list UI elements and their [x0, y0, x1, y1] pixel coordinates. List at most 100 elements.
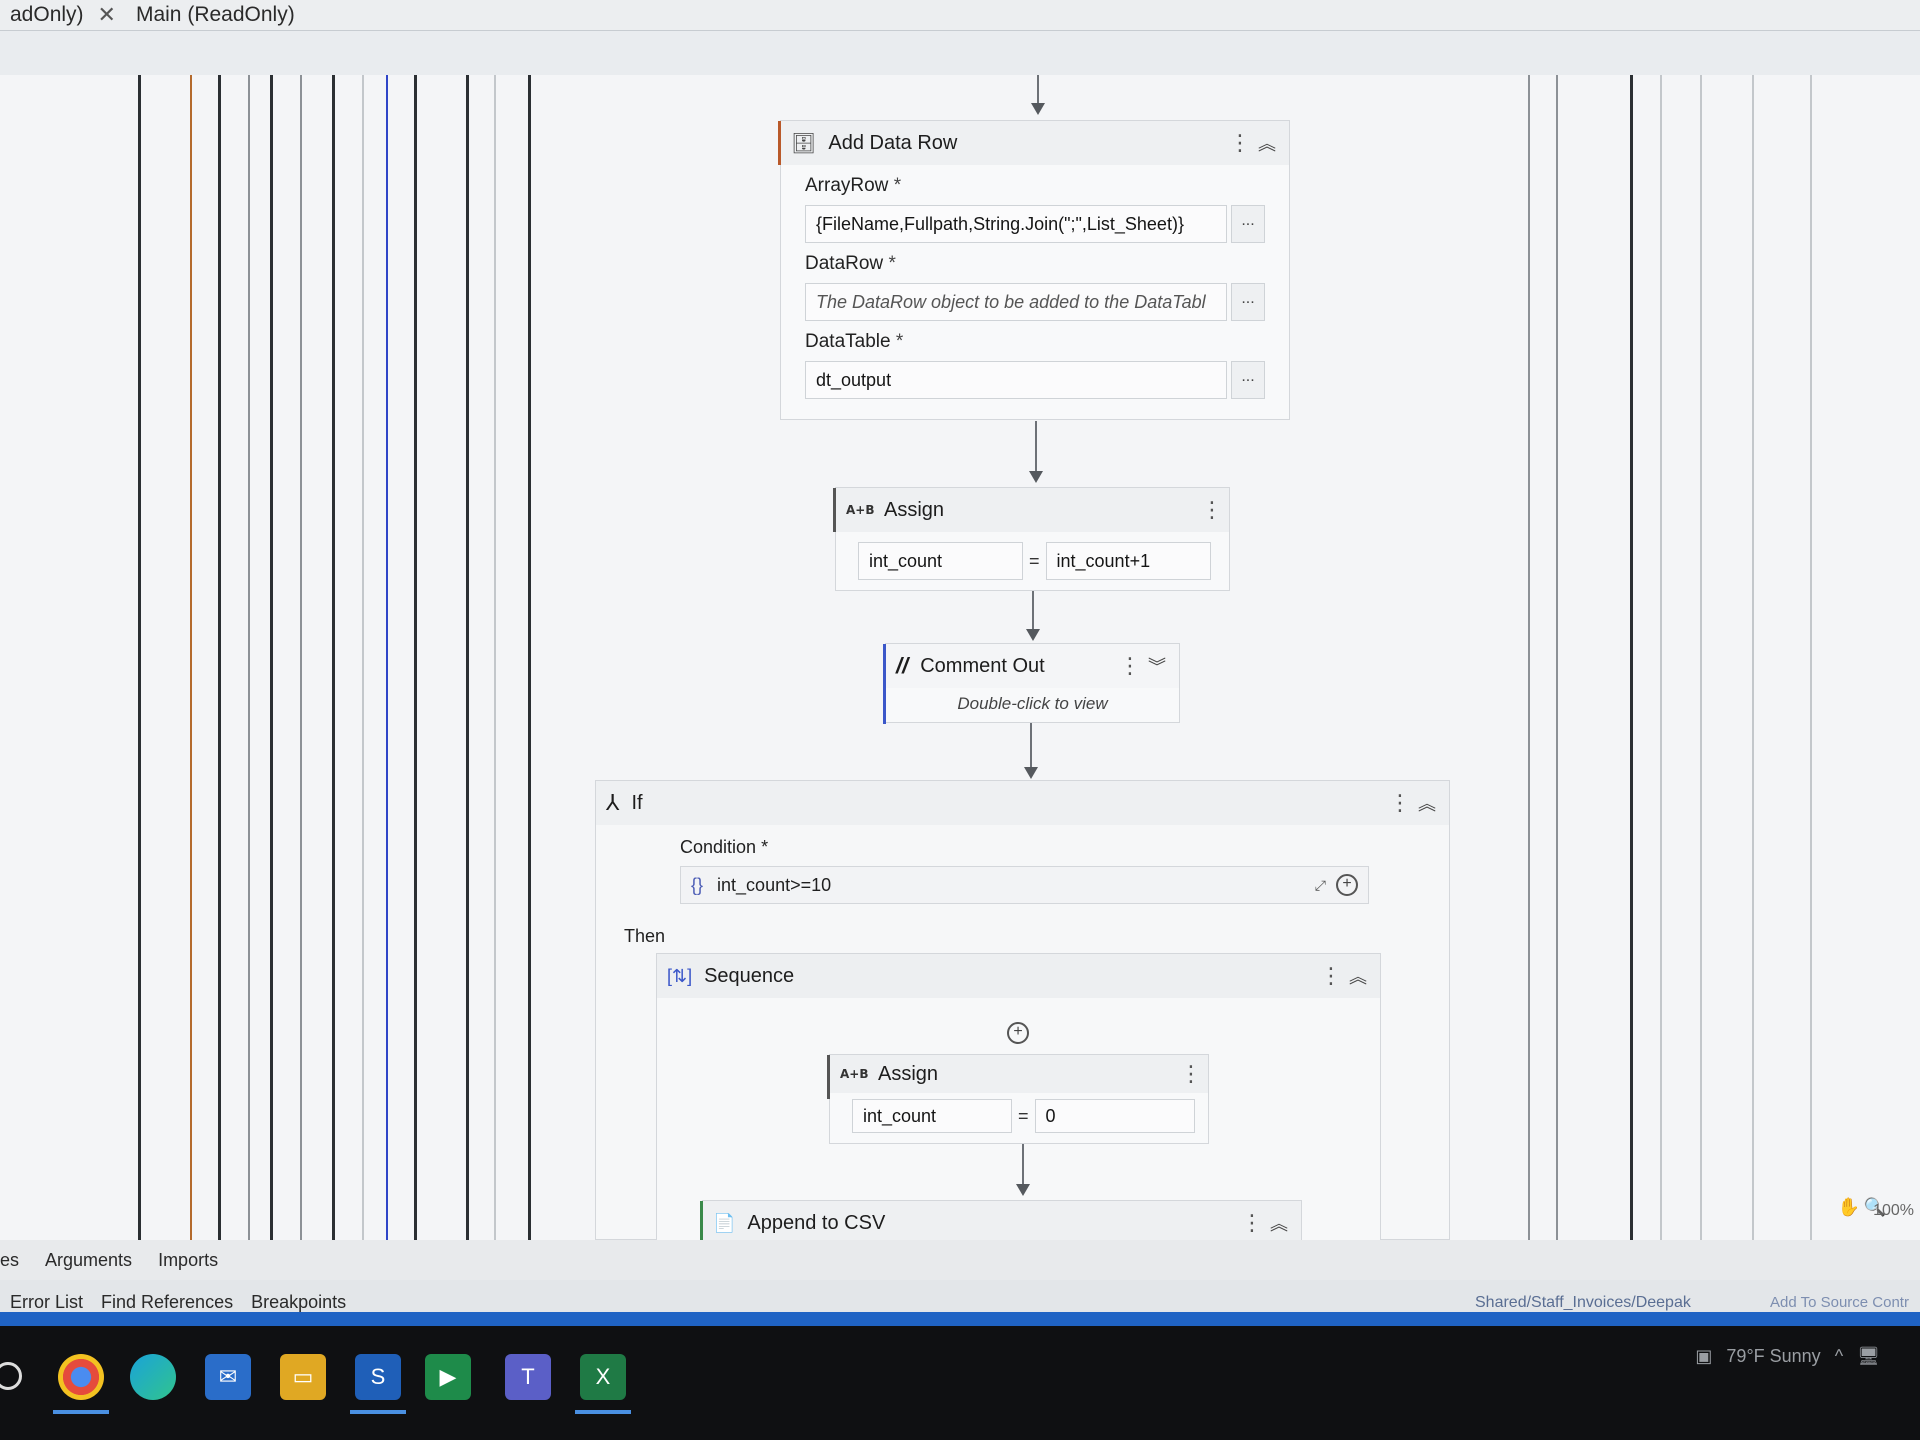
add-activity-icon[interactable]: +	[1007, 1022, 1029, 1044]
activity-accent-bar	[883, 644, 886, 724]
data-table-browse-button[interactable]: ...	[1231, 361, 1265, 399]
required-mark: *	[895, 331, 904, 352]
sequence-guide-line	[1556, 75, 1558, 1240]
tab-label: adOnly)	[10, 3, 84, 26]
sequence-guide-line	[1810, 75, 1812, 1240]
field-label-text: ArrayRow	[805, 175, 889, 196]
expand-icon[interactable]: ︾	[1145, 653, 1169, 679]
zoom-level[interactable]: 100%	[1873, 1202, 1914, 1220]
sequence-guide-line	[138, 75, 141, 1240]
assign-value-input[interactable]: int_count+1	[1045, 542, 1211, 580]
more-options-icon[interactable]: ⋮	[1320, 963, 1342, 989]
data-row-input[interactable]: The DataRow object to be added to the Da…	[805, 283, 1227, 321]
connector-arrowhead	[1029, 471, 1043, 483]
tab-find-references[interactable]: Find References	[101, 1292, 233, 1313]
connector-arrow	[1022, 1144, 1024, 1188]
collapse-icon[interactable]: ︽	[1267, 1210, 1291, 1236]
collapse-icon[interactable]: ︽	[1255, 130, 1279, 156]
more-options-icon[interactable]: ⋮	[1229, 130, 1251, 156]
more-options-icon[interactable]: ⋮	[1201, 497, 1223, 523]
tab-breakpoints[interactable]: Breakpoints	[251, 1292, 346, 1313]
weather-text[interactable]: 79°F Sunny	[1726, 1346, 1820, 1367]
condition-input[interactable]: {} int_count>=10 ⤢ +	[680, 866, 1369, 904]
add-data-row-activity[interactable]: 🗄 Add Data Row ⋮ ︽ ArrayRow * {FileName,…	[778, 120, 1290, 420]
uipath-studio-icon[interactable]: S	[355, 1354, 401, 1400]
project-path[interactable]: Shared/Staff_Invoices/Deepak	[1475, 1294, 1691, 1312]
activity-header[interactable]: ⅄ If ⋮ ︽	[596, 781, 1449, 825]
sequence-guide-line	[190, 75, 192, 1240]
chevron-up-icon[interactable]: ^	[1835, 1346, 1843, 1367]
chrome-icon[interactable]	[58, 1354, 104, 1400]
more-options-icon[interactable]: ⋮	[1389, 790, 1411, 816]
activity-accent-bar	[700, 1201, 703, 1240]
sequence-guide-line	[528, 75, 531, 1240]
weather-icon[interactable]: ▣	[1695, 1346, 1712, 1367]
array-row-input[interactable]: {FileName,Fullpath,String.Join(";",List_…	[805, 205, 1227, 243]
required-mark: *	[893, 175, 902, 196]
assign-activity[interactable]: A+B Assign ⋮ int_count = 0	[827, 1054, 1209, 1144]
teams-icon[interactable]: T	[505, 1354, 551, 1400]
append-to-csv-activity[interactable]: 📄 Append to CSV ⋮ ︽	[700, 1200, 1302, 1240]
activity-accent-bar	[833, 488, 836, 532]
expand-editor-icon[interactable]: ⤢	[1315, 877, 1326, 894]
data-table-field-row: dt_output ...	[805, 361, 1265, 399]
assign-activity[interactable]: A+B Assign ⋮ int_count = int_count+1	[833, 487, 1230, 591]
condition-value: int_count>=10	[717, 874, 832, 895]
collapse-icon[interactable]: ︽	[1346, 963, 1370, 989]
connector-arrow	[1035, 421, 1037, 473]
network-icon[interactable]: 🖥	[1857, 1346, 1880, 1367]
more-options-icon[interactable]: ⋮	[1241, 1210, 1263, 1236]
tab-imports[interactable]: Imports	[158, 1250, 218, 1271]
assign-to-input[interactable]: int_count	[852, 1099, 1012, 1133]
uipath-robot-icon[interactable]: ▶	[425, 1354, 471, 1400]
connector-arrowhead	[1016, 1184, 1030, 1196]
field-label-text: Condition	[680, 837, 757, 857]
add-icon[interactable]: +	[1336, 874, 1358, 896]
equals-sign: =	[1029, 550, 1040, 571]
if-activity[interactable]: ⅄ If ⋮ ︽ Condition * {} int_count>=10 ⤢ …	[595, 780, 1450, 1240]
tab-variables[interactable]: es	[0, 1250, 19, 1271]
outlook-icon[interactable]: ✉	[205, 1354, 251, 1400]
more-options-icon[interactable]: ⋮	[1180, 1061, 1202, 1087]
tab-readonly-previous[interactable]: adOnly) ✕	[0, 0, 126, 30]
array-row-browse-button[interactable]: ...	[1231, 205, 1265, 243]
comment-out-activity[interactable]: // Comment Out ⋮ ︾ Double-click to view	[883, 643, 1180, 724]
excel-icon[interactable]: X	[580, 1354, 626, 1400]
activity-header[interactable]: 📄 Append to CSV ⋮ ︽	[703, 1201, 1301, 1240]
tab-error-list[interactable]: Error List	[10, 1292, 83, 1313]
sequence-guide-line	[300, 75, 302, 1240]
tab-arguments[interactable]: Arguments	[45, 1250, 132, 1271]
edge-icon[interactable]	[130, 1354, 176, 1400]
data-row-field-row: The DataRow object to be added to the Da…	[805, 283, 1265, 321]
workflow-designer-canvas[interactable]: 🗄 Add Data Row ⋮ ︽ ArrayRow * {FileName,…	[0, 75, 1920, 1240]
required-mark: *	[888, 253, 896, 274]
then-label: Then	[624, 926, 666, 946]
activity-header[interactable]: [⇅] Sequence ⋮ ︽	[657, 954, 1380, 998]
more-options-icon[interactable]: ⋮	[1119, 653, 1141, 679]
sequence-guide-line	[414, 75, 417, 1240]
data-table-input[interactable]: dt_output	[805, 361, 1227, 399]
activity-header[interactable]: A+B Assign ⋮	[836, 488, 1229, 532]
close-icon[interactable]: ✕	[98, 2, 116, 28]
sequence-icon: [⇅]	[667, 965, 693, 986]
search-icon[interactable]	[0, 1362, 22, 1390]
connector-arrow	[1032, 591, 1034, 633]
tab-main-readonly[interactable]: Main (ReadOnly)	[126, 0, 305, 30]
connector-arrowhead	[1024, 767, 1038, 779]
pan-hand-icon[interactable]: ✋	[1838, 1197, 1860, 1218]
sequence-activity[interactable]: [⇅] Sequence ⋮ ︽ + A+B Assign ⋮ int_coun…	[656, 953, 1381, 1240]
activity-header[interactable]: 🗄 Add Data Row ⋮ ︽	[781, 121, 1289, 165]
assign-to-input[interactable]: int_count	[858, 542, 1023, 580]
collapse-icon[interactable]: ︽	[1415, 790, 1439, 816]
active-indicator	[53, 1410, 109, 1414]
activity-header[interactable]: A+B Assign ⋮	[830, 1055, 1208, 1093]
double-click-hint: Double-click to view	[957, 694, 1108, 713]
data-row-browse-button[interactable]: ...	[1231, 283, 1265, 321]
data-table-label: DataTable *	[805, 331, 1289, 353]
data-row-label: DataRow *	[805, 253, 1289, 275]
tab-divider	[0, 30, 1920, 31]
add-to-source-control[interactable]: Add To Source Contr	[1770, 1294, 1909, 1311]
assign-value-input[interactable]: 0	[1034, 1099, 1195, 1133]
activity-header[interactable]: // Comment Out ⋮ ︾	[886, 644, 1179, 688]
explorer-icon[interactable]: ▭	[280, 1354, 326, 1400]
